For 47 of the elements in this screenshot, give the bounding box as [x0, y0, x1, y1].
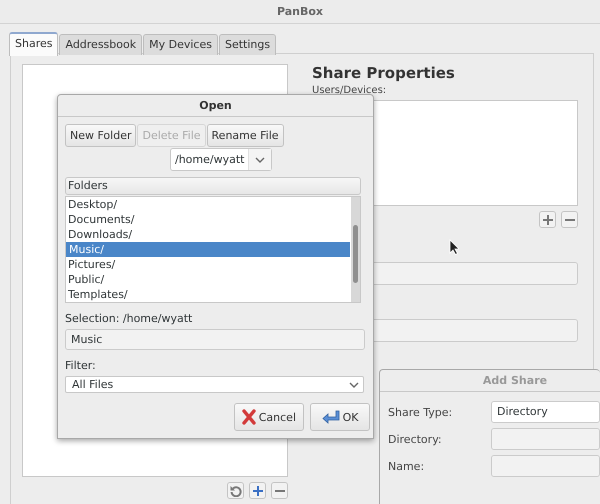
cursor-icon — [449, 239, 459, 255]
cancel-button[interactable]: Cancel — [234, 403, 304, 431]
add-icon — [252, 484, 264, 496]
tab[interactable]: My Devices — [143, 34, 218, 55]
folder-item[interactable]: Public/ — [66, 272, 350, 287]
scrollbar-thumb[interactable] — [353, 225, 358, 283]
dialog-title: Add Share — [482, 374, 548, 387]
filter-text: All Files — [71, 378, 114, 391]
folder-item[interactable]: Pictures/ — [66, 257, 350, 272]
field-label: Users/Devices: — [312, 85, 388, 96]
folder-item[interactable]: Downloads/ — [66, 227, 350, 242]
dialog-button[interactable]: New Folder — [65, 124, 136, 147]
tab[interactable]: Shares — [9, 32, 58, 56]
filter-dropdown[interactable]: All Files — [65, 376, 364, 393]
remove-button[interactable] — [561, 211, 578, 228]
filter-label: Filter: — [65, 359, 97, 372]
return-arrow-icon — [322, 410, 340, 424]
chevron-down-icon — [255, 156, 266, 162]
field-label: Share Type: — [388, 406, 454, 418]
dialog-title: Open — [199, 99, 232, 112]
field-label: Directory: — [388, 432, 443, 446]
folder-item[interactable]: Music/ — [66, 242, 350, 257]
selection-field[interactable]: Music — [65, 329, 365, 350]
section-heading: Share Properties — [312, 64, 456, 82]
window-title: PanBox — [276, 5, 324, 18]
dialog-button[interactable]: Rename File — [206, 124, 284, 147]
folder-item[interactable]: Desktop/ — [66, 197, 350, 212]
field-label: Name: — [388, 460, 426, 472]
chevron-down-icon — [349, 382, 359, 388]
input-field[interactable]: Directory — [491, 401, 600, 423]
folder-item[interactable]: Templates/ — [66, 287, 350, 302]
add-button[interactable] — [539, 211, 556, 228]
tab[interactable]: Addressbook — [59, 34, 142, 55]
folder-item[interactable]: Documents/ — [66, 212, 350, 227]
add-button[interactable] — [249, 482, 266, 499]
path-text: /home/wyatt — [174, 153, 246, 166]
cross-icon — [242, 409, 256, 425]
scrollbar[interactable] — [351, 197, 360, 302]
remove-button[interactable] — [271, 482, 288, 499]
selection-label: Selection: /home/wyatt — [65, 312, 194, 325]
path-dropdown[interactable]: /home/wyatt — [170, 148, 272, 171]
tab[interactable]: Settings — [218, 34, 276, 55]
refresh-icon — [230, 484, 242, 496]
column-header[interactable]: Folders — [65, 177, 361, 195]
ok-button[interactable]: OK — [310, 403, 370, 431]
refresh-button[interactable] — [227, 482, 244, 499]
add-icon — [542, 214, 554, 226]
